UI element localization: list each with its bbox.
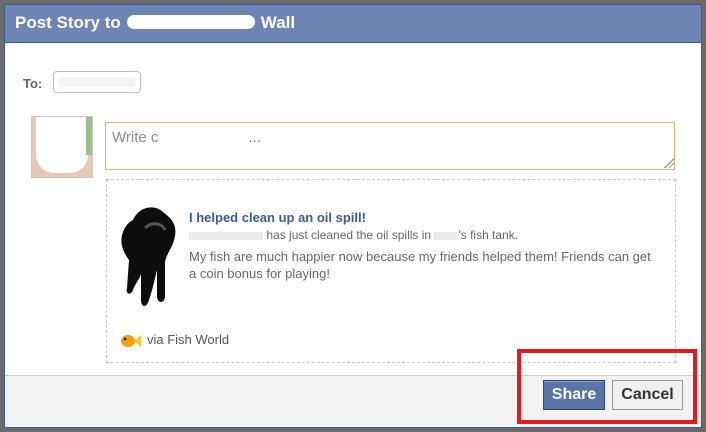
message-input[interactable]: Write c... <box>105 122 675 170</box>
oil-spill-icon <box>121 207 176 306</box>
to-label: To: <box>23 76 43 91</box>
story-description: My fish are much happier now because my … <box>189 249 651 281</box>
story-subtitle-end: 's fish tank. <box>458 228 519 242</box>
avatar-background <box>86 117 92 155</box>
message-placeholder-end: ... <box>248 129 261 146</box>
dialog-title-prefix: Post Story to <box>15 13 121 32</box>
story-preview: I helped clean up an oil spill! has just… <box>106 179 676 363</box>
story-subtitle: has just cleaned the oil spills in 's fi… <box>189 228 518 242</box>
dialog-header: Post Story to Wall <box>5 5 701 43</box>
dialog-title: Post Story to Wall <box>15 13 295 33</box>
via-app-label[interactable]: via Fish World <box>147 332 229 347</box>
redacted-user <box>189 231 263 240</box>
resize-grip[interactable] <box>664 158 674 168</box>
via-app: via Fish World <box>119 332 229 349</box>
redacted-name <box>126 15 255 29</box>
goldfish-icon <box>121 334 141 347</box>
dialog-title-suffix: Wall <box>260 13 296 32</box>
story-title-link[interactable]: I helped clean up an oil spill! <box>189 210 366 225</box>
recipient-token <box>59 77 135 87</box>
message-placeholder-start: Write c <box>112 129 159 146</box>
avatar-redacted <box>36 117 88 173</box>
to-recipient-field[interactable] <box>53 71 141 93</box>
share-button[interactable]: Share <box>543 380 605 410</box>
cancel-button[interactable]: Cancel <box>612 380 683 410</box>
story-subtitle-mid: has just cleaned the oil spills in <box>266 228 432 242</box>
avatar <box>31 116 93 178</box>
redacted-friend <box>434 231 459 240</box>
redacted-placeholder <box>158 134 249 142</box>
